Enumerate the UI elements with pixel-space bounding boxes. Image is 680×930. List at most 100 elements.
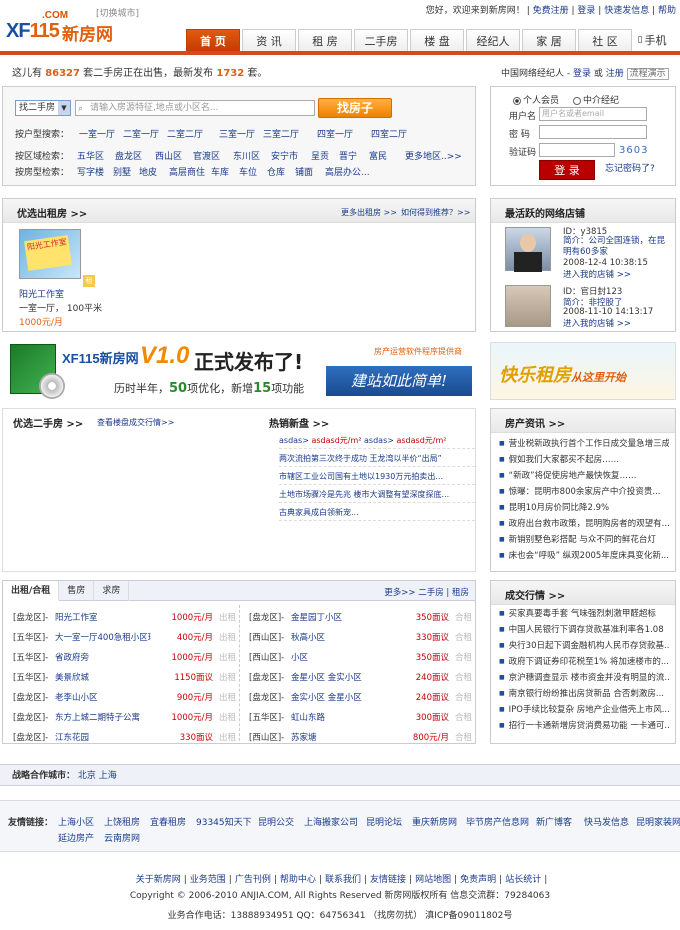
deal-item[interactable]: 南京银行纷纷推出房贷新品 合否刺激房... (499, 687, 669, 699)
search-type-select[interactable]: 找二手房 ▼ (15, 100, 71, 116)
nav-rent[interactable]: 租 房 (298, 29, 352, 51)
nav-home[interactable]: 首 页 (186, 29, 240, 51)
deal-item[interactable]: 中国人民银行下调存贷款基准利率各1.08 (499, 623, 669, 635)
news-item[interactable]: 昆明10月房价同比降2.9% (499, 501, 669, 513)
table-row[interactable]: [盘龙区]- 金星小区 金实小区 240面议 合租 (249, 671, 477, 685)
footer-link[interactable]: 站长统计 (505, 875, 541, 885)
row-title[interactable]: 苏家塘 (291, 731, 317, 743)
news-item[interactable]: 政府出台救市政策，昆明购房者的观望有... (499, 517, 669, 529)
district-link[interactable]: 东川区 (233, 149, 260, 162)
deal-item[interactable]: 买家真要毒手套 气味强烈刺激甲醛超标 (499, 607, 669, 619)
footer-link[interactable]: 广告刊例 (235, 875, 271, 885)
news-item[interactable]: 惊曝：昆明市800余家房产中介投资贵... (499, 485, 669, 497)
table-row[interactable]: [五华区]- 大一室一厅400急租小区环... 400元/月出租 (13, 631, 241, 645)
agent-register-link[interactable]: 注册 (606, 69, 624, 79)
agent-login-link[interactable]: 登录 (573, 69, 591, 79)
type-link[interactable]: 写字楼 (77, 165, 104, 178)
login-link[interactable]: 登录 (577, 6, 595, 16)
layout-link[interactable]: 三室一厅 (219, 127, 255, 140)
search-button[interactable]: 找房子 (318, 98, 392, 118)
help-link[interactable]: 帮助 (658, 6, 676, 16)
new-property-item[interactable]: 市辖区工业公司国有土地以1930万元拍卖出... (279, 471, 475, 485)
friend-link[interactable]: 昆明家装网 (636, 815, 680, 828)
quick-post-link[interactable]: 快速发信息 (604, 6, 649, 16)
footer-link[interactable]: 联系我们 (325, 875, 361, 885)
deal-item[interactable]: 央行30日起下调金融机构人民币存贷款基... (499, 639, 669, 651)
friend-link[interactable]: 上海搬家公司 (304, 815, 358, 828)
friend-link[interactable]: 昆明论坛 (366, 815, 402, 828)
agent-radio[interactable]: 中介经纪 (573, 93, 619, 106)
footer-link[interactable]: 帮助中心 (280, 875, 316, 885)
nav-mobile[interactable]: ▯ 手机 (634, 29, 670, 51)
footer-link[interactable]: 关于新房网 (136, 875, 181, 885)
type-link[interactable]: 地皮 (139, 165, 157, 178)
tab-wanted[interactable]: 求房 (94, 581, 130, 601)
table-row[interactable]: [盘龙区]- 老李山小区 900元/月 出租 (13, 691, 241, 705)
secondhand-title[interactable]: 优选二手房 >> (13, 415, 83, 430)
table-row[interactable]: [盘龙区]- 江东花园 330面议 出租 (13, 731, 241, 745)
deal-item[interactable]: IPO手续比较复杂 房地产企业借壳上市风... (499, 703, 669, 715)
deal-item[interactable]: 招行一卡通新增房贷消费易功能 一卡通可... (499, 719, 669, 731)
new-property-item[interactable]: 古典家具成白领新宠... (279, 507, 475, 521)
row-title[interactable]: 美景欣城 (55, 671, 89, 683)
nav-news[interactable]: 资 讯 (242, 29, 296, 51)
type-link[interactable]: 车位 (239, 165, 257, 178)
district-link[interactable]: 五华区 (77, 149, 104, 162)
happy-rent-banner[interactable]: 快乐租房从这里开始 (490, 342, 676, 400)
layout-link[interactable]: 二室一厅 (123, 127, 159, 140)
news-item[interactable]: 假如我们大家都买不起房…… (499, 453, 669, 465)
city-link[interactable]: 北京 (78, 771, 96, 781)
friend-link[interactable]: 93345知天下 (196, 815, 252, 828)
footer-link[interactable]: 网站地图 (415, 875, 451, 885)
nav-home-decor[interactable]: 家 居 (522, 29, 576, 51)
new-property-title[interactable]: 热销新盘 >> (269, 415, 329, 430)
more-listings-link[interactable]: 更多>> 二手房 | 租房 (384, 586, 469, 598)
demo-button[interactable]: 流程演示 (626, 68, 669, 80)
more-districts-link[interactable]: 更多地区..>> (405, 149, 462, 162)
friend-link[interactable]: 重庆新房网 (412, 815, 457, 828)
friend-link[interactable]: 宜春租房 (150, 815, 186, 828)
friend-link[interactable]: 云南房网 (104, 831, 140, 844)
nav-community[interactable]: 社 区 (578, 29, 632, 51)
switch-city-link[interactable]: [切换城市] (96, 6, 139, 19)
row-title[interactable]: 金实小区 金星小区 (291, 691, 362, 703)
store-avatar[interactable] (505, 227, 551, 272)
table-row[interactable]: [五华区]- 美景欣城 1150面议 出租 (13, 671, 241, 685)
city-link[interactable]: 上海 (99, 771, 117, 781)
how-recommend-link[interactable]: 如何得到推荐？>> (401, 207, 470, 218)
captcha-input[interactable] (539, 143, 615, 157)
login-button[interactable]: 登 录 (539, 160, 595, 180)
friend-link[interactable]: 昆明公交 (258, 815, 294, 828)
new-property-item[interactable]: 两次流拍第三次终于成功 王龙湾以半价“出局” (279, 453, 475, 467)
search-input[interactable]: ⌕ 请输入房源特征,地点或小区名... (75, 100, 315, 116)
store-avatar[interactable] (505, 285, 551, 327)
friend-link[interactable]: 上海小区 (58, 815, 94, 828)
nav-property[interactable]: 楼 盘 (410, 29, 464, 51)
layout-link[interactable]: 三室二厅 (263, 127, 299, 140)
footer-link[interactable]: 业务范围 (190, 875, 226, 885)
type-link[interactable]: 高层办公... (325, 165, 370, 178)
row-title[interactable]: 小区 (291, 651, 308, 663)
friend-link[interactable]: 毕节房产信息网 (466, 815, 529, 828)
district-link[interactable]: 西山区 (155, 149, 182, 162)
type-link[interactable]: 别墅 (113, 165, 131, 178)
release-banner[interactable]: XF115新房网 V1.0 正式发布了! 历时半年，50项优化，新增15项功能 … (2, 338, 476, 400)
nav-secondhand[interactable]: 二手房 (354, 29, 408, 51)
type-link[interactable]: 铺面 (295, 165, 313, 178)
district-link[interactable]: 安宁市 (271, 149, 298, 162)
table-row[interactable]: [五华区]- 省政府旁 1000元/月 出租 (13, 651, 241, 665)
district-link[interactable]: 晋宁 (339, 149, 357, 162)
table-row[interactable]: [西山区]- 小区 350面议 合租 (249, 651, 477, 665)
table-row[interactable]: [盘龙区]- 东方上城二期特子公寓 1000元/月 出租 (13, 711, 241, 725)
type-link[interactable]: 车库 (211, 165, 229, 178)
table-row[interactable]: [盘龙区]- 阳光工作室 1000元/月 出租 (13, 611, 241, 625)
footer-link[interactable]: 友情链接 (370, 875, 406, 885)
footer-link[interactable]: 免责声明 (460, 875, 496, 885)
news-item[interactable]: “新政”将促使房地产最快恢复…… (499, 469, 669, 481)
rental-name[interactable]: 阳光工作室 (19, 287, 64, 300)
friend-link[interactable]: 快马发信息 (584, 815, 629, 828)
news-item[interactable]: 新销别墅色彩搭配 与众不同的鲜花台灯 (499, 533, 669, 545)
table-row[interactable]: [西山区]- 秋高小区 330面议 合租 (249, 631, 477, 645)
news-title[interactable]: 房产资讯 >> (505, 415, 565, 430)
row-title[interactable]: 金星小区 金实小区 (291, 671, 362, 683)
